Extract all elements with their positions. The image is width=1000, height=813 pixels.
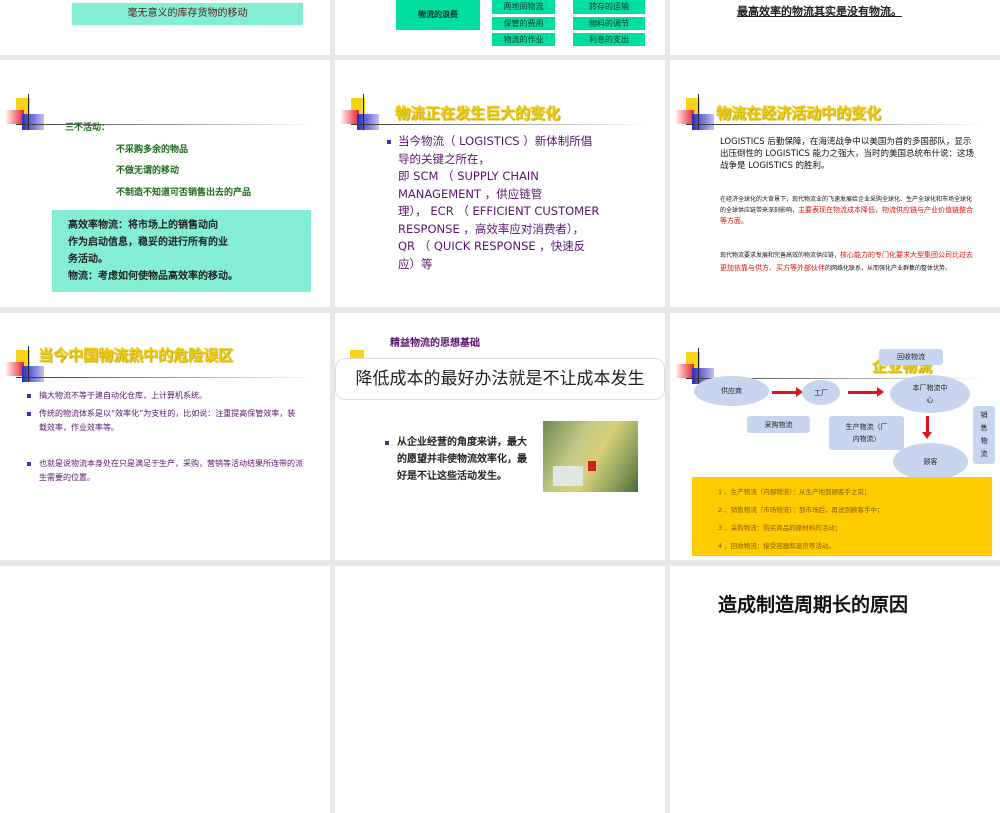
- bullet-icon: [385, 441, 389, 445]
- waste-item: 两地间物流: [492, 0, 555, 14]
- bullet-icon: [27, 394, 31, 398]
- box-line: 作为启动信息，稳妥的进行所有的业: [68, 237, 228, 248]
- title-divider: [16, 124, 316, 125]
- box-line: 务活动。: [68, 254, 108, 265]
- text-line: 即 SCM （ SUPPLY CHAIN: [398, 169, 539, 183]
- list-item: 不制造不知道可否销售出去的产品: [116, 188, 252, 198]
- photo-detail: [553, 466, 583, 486]
- banner-text: 降低成本的最好办法就是不让成本发生: [335, 358, 665, 400]
- text-black: 的网络化联系，从而强化产业群集的整体优势。: [825, 265, 952, 272]
- callout-production: 生产物流（厂内物流）: [829, 416, 904, 450]
- corner-decoration-icon: [6, 94, 48, 138]
- node-supplier: 供应商: [694, 376, 769, 406]
- bullet-icon: [387, 140, 391, 144]
- text-black: 现代物流要求发展和完善高效的物流供应链，: [720, 252, 841, 259]
- corner-decoration-icon: [676, 94, 718, 138]
- slide-thumbnail-12[interactable]: 造成制造周期长的原因: [670, 566, 1000, 813]
- note-line: 3 、采购物流：购买商品的原材料的活动；: [718, 524, 842, 532]
- title-divider: [16, 377, 316, 378]
- slide-thumbnail-6[interactable]: 物流在经济活动中的变化 LOGISTICS 后勤保障，在海湾战争中以美国为首的多…: [670, 60, 1000, 307]
- waste-item: 物料的调节: [573, 17, 645, 30]
- slide-title: 物流正在发生巨大的变化: [395, 104, 561, 122]
- bullet-text: 搞大物流不等于建自动化仓库，上计算机系统。: [39, 391, 207, 400]
- slide-thumbnail-2[interactable]: 物流的浪费 两地间物流 转存的运输 保管的费用 物料的调节 物流的作业 利息的支…: [335, 0, 665, 55]
- waste-item: 利息的支出: [573, 33, 645, 46]
- bullet-text: 从企业经营的角度来讲，最大的愿望并非使物流效率化，最好是不让这些活动发生。: [397, 437, 527, 482]
- arrow-down-icon: [922, 416, 932, 439]
- text-line: MANAGEMENT ，供应链管: [398, 186, 543, 201]
- callout-purchase: 采购物流: [747, 416, 810, 433]
- node-factory: 工厂: [802, 380, 840, 405]
- bullet-text: 当今物流（ LOGISTICS ）新体制所倡 导的关键之所在， 即 SCM （ …: [398, 133, 653, 273]
- note-line: 4 、回收物流：接受容器和退货等活动。: [718, 542, 835, 550]
- slide-text: 最高效率的物流其实是没有物流。: [737, 5, 902, 18]
- slide-thumbnail-1[interactable]: 毫无意义的库存货物的移动: [0, 0, 330, 55]
- slide-thumbnail-4[interactable]: 三不活动： 不采购多余的物品 不做无谓的移动 不制造不知道可否销售出去的产品 高…: [0, 60, 330, 307]
- list-item: 不采购多余的物品: [116, 145, 189, 155]
- text-line: 应）等: [398, 256, 433, 271]
- slide-thumbnail-11[interactable]: [335, 566, 665, 813]
- list-item: 不做无谓的移动: [116, 166, 180, 176]
- waste-item: 物流的作业: [492, 33, 555, 46]
- definition-box: 高效率物流：将市场上的销售动向 作为启动信息，稳妥的进行所有的业 务活动。 物流…: [52, 210, 311, 292]
- slide-thumbnail-7[interactable]: 当今中国物流热中的危险误区 搞大物流不等于建自动化仓库，上计算机系统。 传统的物…: [0, 313, 330, 560]
- bullet-icon: [27, 462, 31, 466]
- bullet-icon: [27, 412, 31, 416]
- slide-thumbnail-8[interactable]: 精益物流的思想基础 降低成本的最好办法就是不让成本发生 从企业经营的角度来讲，最…: [335, 313, 665, 560]
- waste-main-box: 物流的浪费: [396, 0, 480, 30]
- text-line: 当今物流（ LOGISTICS ）新体制所倡: [398, 134, 593, 148]
- heading: 三不活动：: [65, 123, 111, 133]
- note-line: 1 、生产物流（内部物流）：从生产地到顾客手之前；: [718, 488, 871, 496]
- callout-recycle: 回收物流: [879, 349, 943, 365]
- slide-thumbnail-5[interactable]: 物流正在发生巨大的变化 当今物流（ LOGISTICS ）新体制所倡 导的关键之…: [335, 60, 665, 307]
- text-line: 导的关键之所在，: [398, 151, 490, 166]
- text-line: RESPONSE ，高效率应对消费者），: [398, 221, 585, 236]
- text-line: 理）， ECR （ EFFICIENT CUSTOMER: [398, 204, 600, 218]
- slide-title: 造成制造周期长的原因: [718, 594, 909, 616]
- box-text: 毫无意义的库存货物的移动: [72, 3, 303, 25]
- note-line: 2 、销售物流（市场物流）：到市场后，再送到顾客手中；: [718, 506, 884, 514]
- paragraph-1: LOGISTICS 后勤保障，在海湾战争中以美国为首的多国部队，显示出压倒性的 …: [720, 137, 975, 171]
- arrow-icon: [848, 387, 884, 397]
- slide-thumbnail-10[interactable]: [0, 566, 330, 813]
- arrow-icon: [772, 387, 803, 397]
- callout-sales: 销售物流: [973, 406, 995, 464]
- photo-detail: [588, 461, 596, 471]
- notes-box: 1 、生产物流（内部物流）：从生产地到顾客手之前； 2 、销售物流（市场物流）：…: [692, 477, 992, 556]
- bullet-text: 也就是说物流本身处在只是满足于生产，采购，营销等活动结果所连带的派生需要的位置。: [39, 459, 303, 482]
- title-divider: [351, 124, 651, 125]
- title-divider: [686, 124, 986, 125]
- waste-item: 保管的费用: [492, 17, 555, 30]
- slide-thumbnail-3[interactable]: 最高效率的物流其实是没有物流。: [670, 0, 1000, 55]
- text-line: QR （ QUICK RESPONSE ，快速反: [398, 239, 586, 253]
- corner-decoration-icon: [341, 94, 383, 138]
- waste-item: 转存的运输: [573, 0, 645, 14]
- slide-title: 物流在经济活动中的变化: [716, 104, 882, 122]
- warehouse-photo: [543, 421, 638, 492]
- slide-thumbnail-9[interactable]: 企业物流 供应商 工厂 本厂物流中心 顾客 回收物流 采购物流 生产物流（厂内物…: [670, 313, 1000, 560]
- box-line: 物流：考虑如何使物品高效率的移动。: [68, 271, 238, 282]
- paragraph-2: 在经济全球化的大背景下，现代物流业的飞速发展给企业采购全球化、生产全球化和市场全…: [720, 194, 976, 227]
- node-center: 本厂物流中心: [890, 375, 970, 413]
- slide-title: 当今中国物流热中的危险误区: [38, 346, 234, 364]
- slide-title: 精益物流的思想基础: [390, 338, 480, 349]
- paragraph-3: 现代物流要求发展和完善高效的物流供应链，核心能力的专门化要求大型集团公司比过去更…: [720, 249, 976, 275]
- box-line: 高效率物流：将市场上的销售动向: [68, 220, 218, 231]
- node-customer: 顾客: [893, 443, 968, 480]
- bullet-text: 传统的物流体系是以“效率化”为支柱的，比如说：注重提高保管效率，装载效率，作业效…: [39, 409, 296, 432]
